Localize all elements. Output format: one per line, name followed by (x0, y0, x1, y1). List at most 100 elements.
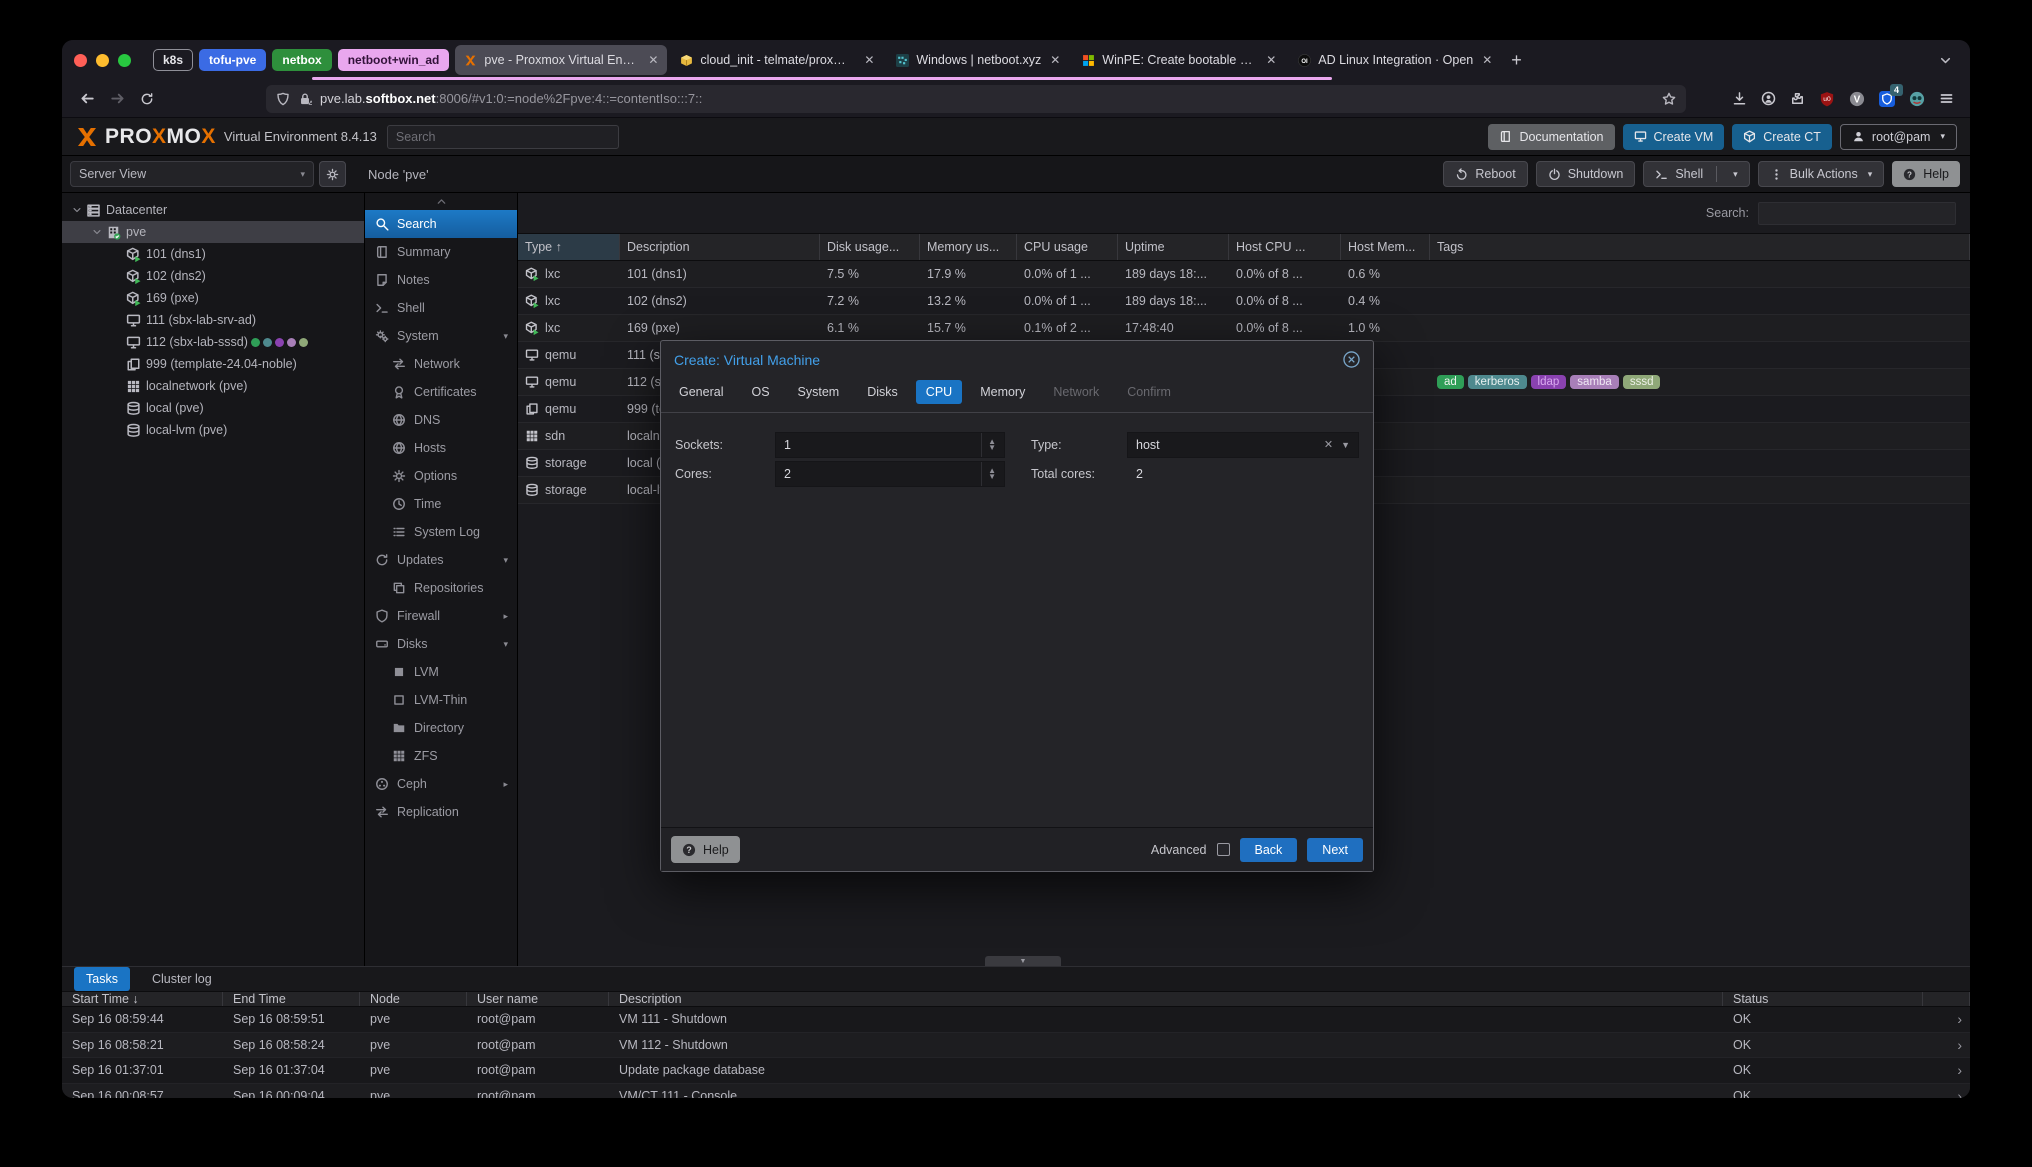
dialog-tab-memory[interactable]: Memory (970, 380, 1035, 404)
tasks-column-start-time[interactable]: Start Time ↓ (62, 992, 223, 1006)
dialog-tab-general[interactable]: General (669, 380, 733, 404)
tasks-tab-tasks[interactable]: Tasks (74, 967, 130, 991)
tab-close-icon[interactable]: ✕ (1266, 53, 1276, 67)
tab-close-icon[interactable]: ✕ (864, 53, 874, 67)
dialog-help-button[interactable]: ? Help (671, 836, 740, 863)
nav-item-dns[interactable]: DNS (365, 406, 517, 434)
tab-group-chip-netbox[interactable]: netbox (272, 49, 331, 71)
tree-settings-gear-icon[interactable] (319, 161, 346, 187)
tree-item-101-dns1-[interactable]: 101 (dns1) (62, 243, 364, 265)
caret-down-icon[interactable]: ▾ (1733, 169, 1738, 180)
row-chevron-icon[interactable]: › (1923, 1007, 1970, 1032)
browser-tab[interactable]: Windows | netboot.xyz✕ (887, 45, 1069, 75)
nav-item-summary[interactable]: Summary (365, 238, 517, 266)
zoom-window-button[interactable] (118, 54, 131, 67)
nav-item-ceph[interactable]: Ceph▸ (365, 770, 517, 798)
nav-item-search[interactable]: Search (365, 210, 517, 238)
account-icon[interactable] (1761, 91, 1776, 106)
tab-close-icon[interactable]: ✕ (1482, 53, 1492, 67)
combo-caret-icon[interactable]: ▼ (1341, 440, 1350, 450)
task-row[interactable]: Sep 16 08:59:44Sep 16 08:59:51pveroot@pa… (62, 1007, 1970, 1033)
column-header-uptime[interactable]: Uptime (1118, 234, 1229, 260)
column-header-type[interactable]: Type ↑ (518, 234, 620, 260)
grid-row-169-pxe-[interactable]: lxc169 (pxe)6.1 %15.7 %0.1% of 2 ...17:4… (518, 315, 1970, 342)
task-row[interactable]: Sep 16 00:08:57Sep 16 00:09:04pveroot@pa… (62, 1084, 1970, 1099)
grid-search-input[interactable] (1758, 202, 1956, 225)
documentation-button[interactable]: Documentation (1488, 124, 1614, 150)
tab-group-chip-tofu-pve[interactable]: tofu-pve (199, 49, 266, 71)
tab-close-icon[interactable]: ✕ (1050, 53, 1060, 67)
column-header-disk-usage-[interactable]: Disk usage... (820, 234, 920, 260)
create-vm-button[interactable]: Create VM (1623, 124, 1725, 150)
dialog-tab-disks[interactable]: Disks (857, 380, 908, 404)
extensions-puzzle-icon[interactable] (1790, 91, 1805, 106)
row-chevron-icon[interactable]: › (1923, 1033, 1970, 1058)
shutdown-button[interactable]: Shutdown (1536, 161, 1636, 187)
tree-item-112-sbx-lab-sssd-[interactable]: 112 (sbx-lab-sssd) (62, 331, 364, 353)
nav-item-repositories[interactable]: Repositories (365, 574, 517, 602)
expander-icon[interactable] (90, 227, 104, 237)
tree-item-local-pve-[interactable]: local (pve) (62, 397, 364, 419)
tasks-column-user-name[interactable]: User name (467, 992, 609, 1006)
minimize-window-button[interactable] (96, 54, 109, 67)
tree-item-datacenter[interactable]: Datacenter (62, 199, 364, 221)
back-icon[interactable] (72, 85, 102, 113)
list-all-tabs-icon[interactable] (1939, 52, 1952, 70)
tab-close-icon[interactable]: ✕ (648, 53, 658, 67)
dialog-tab-os[interactable]: OS (741, 380, 779, 404)
nav-item-options[interactable]: Options (365, 462, 517, 490)
shell-button[interactable]: Shell▾ (1643, 161, 1749, 187)
tree-item-local-lvm-pve-[interactable]: local-lvm (pve) (62, 419, 364, 441)
browser-tab[interactable]: OIAD Linux Integration · Open✕ (1289, 45, 1501, 75)
nav-item-directory[interactable]: Directory (365, 714, 517, 742)
nav-item-disks[interactable]: Disks▾ (365, 630, 517, 658)
menu-hamburger-icon[interactable] (1939, 91, 1954, 106)
tree-item-localnetwork-pve-[interactable]: localnetwork (pve) (62, 375, 364, 397)
dialog-tab-cpu[interactable]: CPU (916, 380, 962, 404)
downloads-icon[interactable] (1732, 91, 1747, 106)
tab-group-chip-netboot+win_ad[interactable]: netboot+win_ad (338, 49, 450, 71)
nav-item-certificates[interactable]: Certificates (365, 378, 517, 406)
tree-item-pve[interactable]: pve (62, 221, 364, 243)
task-row[interactable]: Sep 16 08:58:21Sep 16 08:58:24pveroot@pa… (62, 1033, 1970, 1059)
nav-scroll-up-icon[interactable] (365, 193, 517, 210)
nav-item-firewall[interactable]: Firewall▸ (365, 602, 517, 630)
ublock-extension-icon[interactable]: u0 (1819, 91, 1835, 107)
grid-row-102-dns2-[interactable]: lxc102 (dns2)7.2 %13.2 %0.0% of 1 ...189… (518, 288, 1970, 315)
browser-tab[interactable]: cloud_init - telmate/proxmox - C✕ (671, 45, 883, 75)
close-window-button[interactable] (74, 54, 87, 67)
tasks-tab-cluster-log[interactable]: Cluster log (140, 967, 224, 991)
row-chevron-icon[interactable]: › (1923, 1058, 1970, 1083)
forward-icon[interactable] (102, 85, 132, 113)
sockets-input[interactable]: 1 ▲▼ (775, 432, 1005, 458)
help-button[interactable]: ?Help (1892, 161, 1960, 187)
nav-item-shell[interactable]: Shell (365, 294, 517, 322)
reboot-button[interactable]: Reboot (1443, 161, 1527, 187)
vimium-extension-icon[interactable]: V (1849, 91, 1865, 107)
nav-item-notes[interactable]: Notes (365, 266, 517, 294)
new-tab-button[interactable]: + (1511, 51, 1522, 69)
cpu-type-combo[interactable]: host ✕ ▼ (1127, 432, 1359, 458)
back-button[interactable]: Back (1240, 838, 1298, 862)
bulk-actions-button[interactable]: Bulk Actions▾ (1758, 161, 1885, 187)
log-panel-splitter[interactable]: ▼ (985, 956, 1061, 966)
tree-item-111-sbx-lab-srv-ad-[interactable]: 111 (sbx-lab-srv-ad) (62, 309, 364, 331)
root-pam-button[interactable]: root@pam▾ (1840, 124, 1957, 150)
bitwarden-extension-icon[interactable]: 4 (1879, 91, 1895, 107)
cores-spinner[interactable]: ▲▼ (981, 462, 996, 486)
tree-item-999-template-24-04-noble-[interactable]: 999 (template-24.04-noble) (62, 353, 364, 375)
bookmark-star-icon[interactable] (1662, 92, 1676, 106)
sockets-spinner[interactable]: ▲▼ (981, 433, 996, 457)
column-header-host-mem-[interactable]: Host Mem... (1341, 234, 1430, 260)
column-header-host-cpu-[interactable]: Host CPU ... (1229, 234, 1341, 260)
tree-item-169-pxe-[interactable]: 169 (pxe) (62, 287, 364, 309)
server-view-select[interactable]: Server View ▾ (70, 161, 314, 187)
nav-item-replication[interactable]: Replication (365, 798, 517, 826)
shield-icon[interactable] (276, 92, 290, 106)
tasks-column-description[interactable]: Description (609, 992, 1723, 1006)
nav-item-system-log[interactable]: System Log (365, 518, 517, 546)
nav-item-lvm[interactable]: LVM (365, 658, 517, 686)
tab-group-chip-k8s[interactable]: k8s (153, 49, 193, 71)
cores-input[interactable]: 2 ▲▼ (775, 461, 1005, 487)
column-header-tags[interactable]: Tags (1430, 234, 1970, 260)
